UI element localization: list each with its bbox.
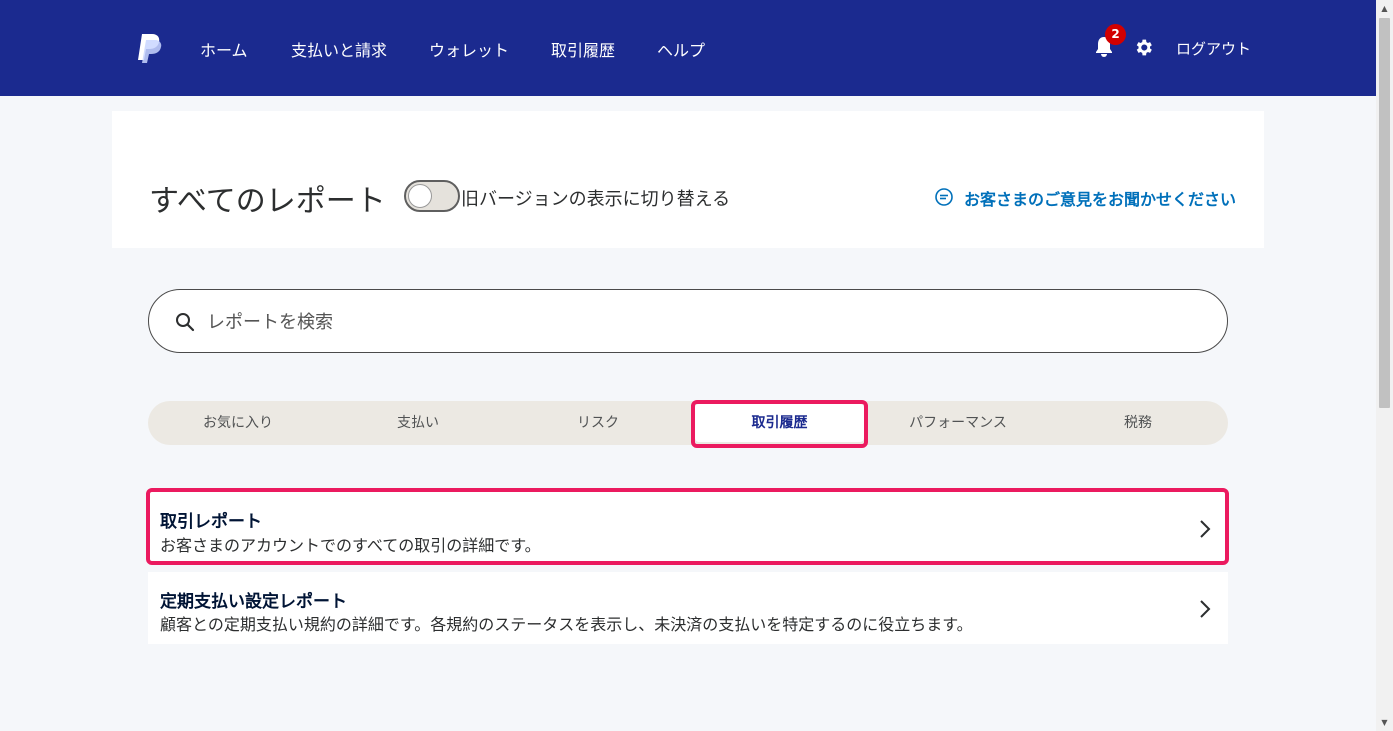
report-search-box[interactable] bbox=[148, 289, 1228, 353]
logout-link[interactable]: ログアウト bbox=[1176, 38, 1251, 59]
page-title: すべてのレポート bbox=[149, 184, 386, 219]
report-row-transactions[interactable]: 取引レポート お客さまのアカウントでのすべての取引の詳細です。 bbox=[148, 492, 1228, 562]
report-row-recurring-payments[interactable]: 定期支払い設定レポート 顧客との定期支払い規約の詳細です。各規約のステータスを表… bbox=[148, 572, 1228, 644]
report-title: 定期支払い設定レポート bbox=[160, 592, 347, 612]
report-category-tabs: お気に入り 支払い リスク 取引履歴 パフォーマンス 税務 bbox=[148, 401, 1228, 445]
chevron-right-icon bbox=[1200, 600, 1211, 618]
toggle-knob bbox=[408, 184, 432, 208]
nav-wallet[interactable]: ウォレット bbox=[429, 37, 509, 61]
tab-risk[interactable]: リスク bbox=[508, 401, 688, 445]
nav-home[interactable]: ホーム bbox=[200, 37, 248, 61]
nav-payments-and-billing[interactable]: 支払いと請求 bbox=[291, 37, 387, 61]
chevron-right-icon bbox=[1200, 520, 1211, 538]
tab-payments[interactable]: 支払い bbox=[328, 401, 508, 445]
search-icon bbox=[176, 313, 195, 332]
report-description: お客さまのアカウントでのすべての取引の詳細です。 bbox=[160, 536, 541, 555]
gear-icon[interactable] bbox=[1133, 37, 1154, 58]
nav-help[interactable]: ヘルプ bbox=[657, 37, 705, 61]
toggle-label: 旧バージョンの表示に切り替える bbox=[461, 189, 731, 210]
report-description: 顧客との定期支払い規約の詳細です。各規約のステータスを表示し、未決済の支払いを特… bbox=[160, 615, 973, 634]
tab-favorites[interactable]: お気に入り bbox=[148, 401, 328, 445]
tab-tax[interactable]: 税務 bbox=[1048, 401, 1228, 445]
scroll-down-arrow-icon[interactable]: ▼ bbox=[1376, 714, 1393, 731]
scrollbar-thumb[interactable] bbox=[1379, 18, 1390, 408]
old-version-toggle[interactable] bbox=[404, 180, 460, 212]
nav-activity[interactable]: 取引履歴 bbox=[551, 37, 615, 61]
tab-performance[interactable]: パフォーマンス bbox=[868, 401, 1048, 445]
search-input[interactable] bbox=[207, 308, 1187, 336]
tab-activity[interactable]: 取引履歴 bbox=[695, 404, 864, 442]
report-title: 取引レポート bbox=[160, 512, 262, 532]
chat-bubble-icon bbox=[935, 188, 953, 206]
notification-badge: 2 bbox=[1105, 24, 1126, 45]
top-navigation-bar: ホーム 支払いと請求 ウォレット 取引履歴 ヘルプ 2 ログアウト bbox=[0, 0, 1376, 96]
page-scrollbar[interactable]: ▲ ▼ bbox=[1376, 0, 1393, 731]
paypal-logo-icon[interactable] bbox=[136, 32, 162, 64]
feedback-label: お客さまのご意見をお聞かせください bbox=[964, 190, 1237, 209]
scroll-up-arrow-icon[interactable]: ▲ bbox=[1376, 0, 1393, 17]
